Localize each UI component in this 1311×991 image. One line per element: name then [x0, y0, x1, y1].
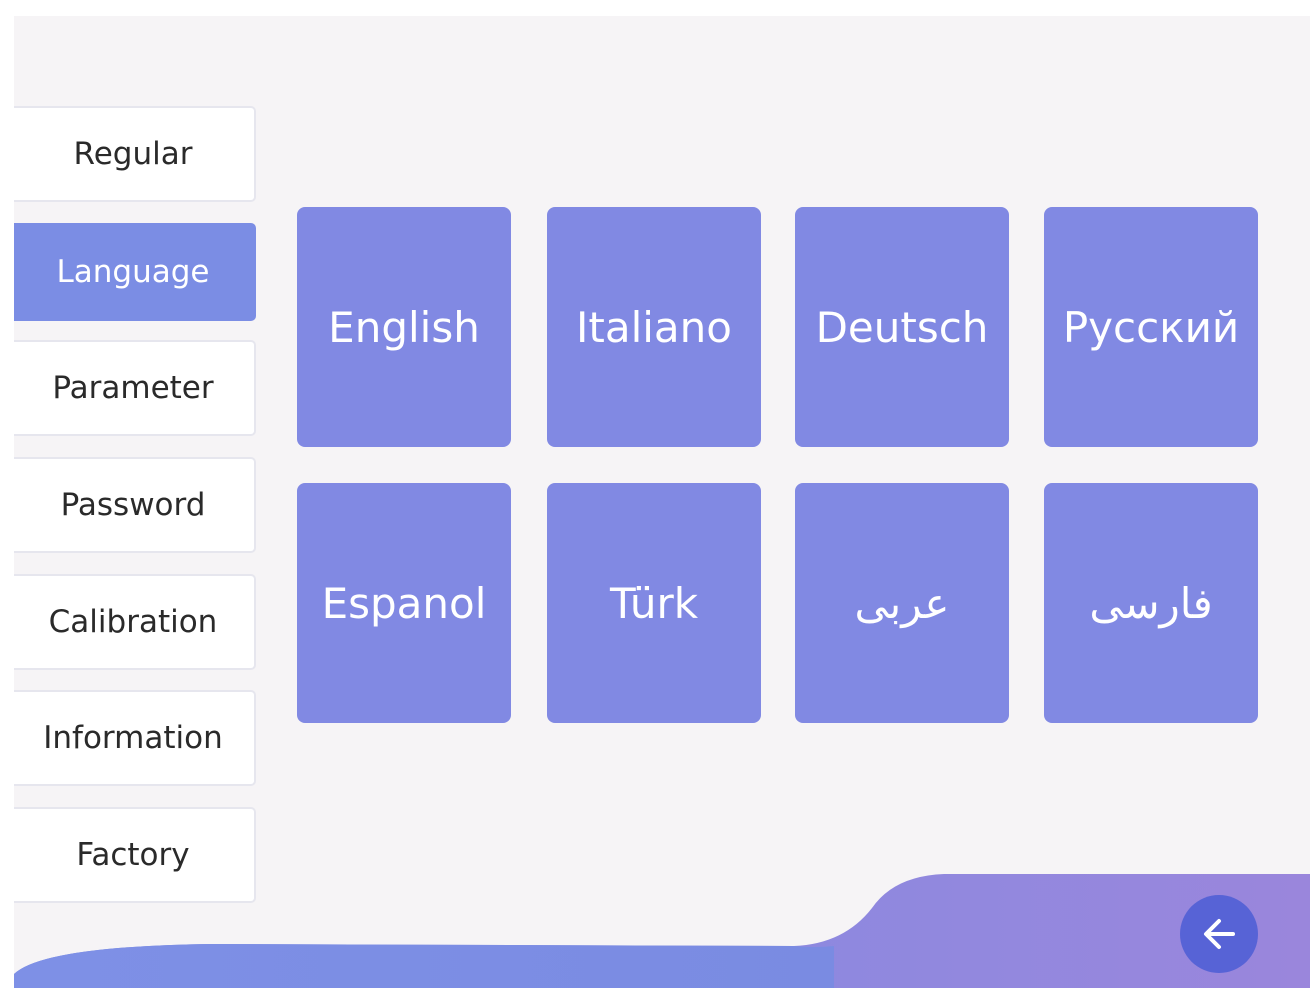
language-label: Deutsch — [815, 302, 989, 352]
language-label: Espanol — [321, 578, 487, 628]
sidebar-item-parameter[interactable]: Parameter — [14, 340, 256, 436]
sidebar-item-calibration[interactable]: Calibration — [14, 574, 256, 670]
arrow-left-icon — [1204, 919, 1235, 949]
language-option-english[interactable]: English — [297, 207, 511, 447]
sidebar-item-password[interactable]: Password — [14, 457, 256, 553]
language-option-russian[interactable]: Русский — [1044, 207, 1258, 447]
language-option-deutsch[interactable]: Deutsch — [795, 207, 1009, 447]
language-label: Italiano — [576, 302, 732, 352]
language-option-persian[interactable]: فارسی — [1044, 483, 1258, 723]
language-option-italiano[interactable]: Italiano — [547, 207, 761, 447]
settings-screen: Regular Language Parameter Password Cali… — [14, 16, 1310, 988]
language-label: عربی — [854, 578, 950, 628]
language-label: English — [328, 302, 480, 352]
sidebar-item-label: Parameter — [52, 370, 214, 406]
sidebar-item-information[interactable]: Information — [14, 690, 256, 786]
sidebar-item-label: Regular — [73, 136, 193, 172]
sidebar-item-label: Password — [60, 487, 206, 523]
back-button[interactable] — [1180, 895, 1258, 973]
sidebar-item-regular[interactable]: Regular — [14, 106, 256, 202]
language-label: فارسی — [1089, 578, 1213, 628]
sidebar-item-label: Factory — [76, 837, 190, 873]
sidebar-item-language[interactable]: Language — [14, 223, 256, 321]
language-option-arabic[interactable]: عربی — [795, 483, 1009, 723]
language-option-espanol[interactable]: Espanol — [297, 483, 511, 723]
language-label: Русский — [1062, 302, 1240, 352]
sidebar-item-factory[interactable]: Factory — [14, 807, 256, 903]
sidebar-item-label: Calibration — [48, 604, 218, 640]
sidebar-item-label: Information — [43, 720, 223, 756]
language-option-turk[interactable]: Türk — [547, 483, 761, 723]
language-label: Türk — [609, 578, 699, 628]
sidebar-item-label: Language — [56, 254, 210, 290]
